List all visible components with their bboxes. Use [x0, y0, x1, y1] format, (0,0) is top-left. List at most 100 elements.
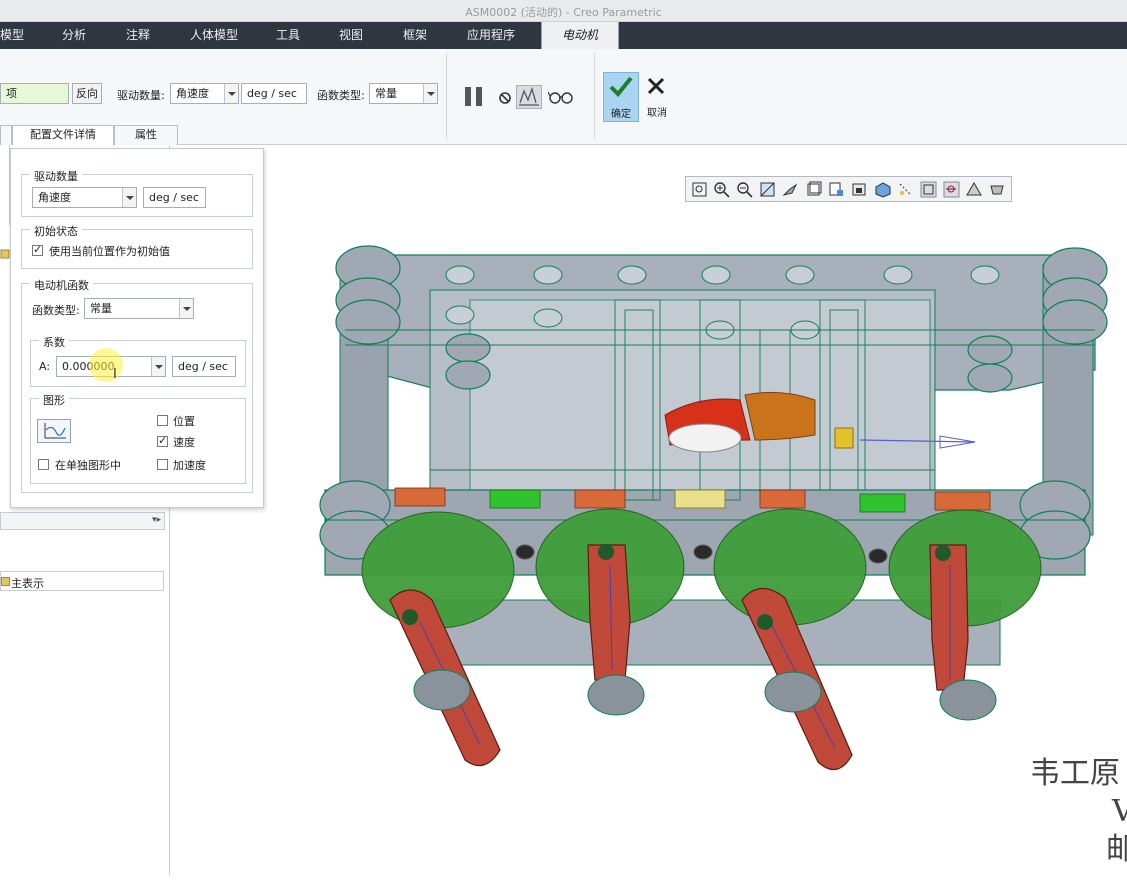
- window-title: ASM0002 (活动的) - Creo Parametric: [465, 6, 662, 19]
- use-current-position-checkbox[interactable]: [32, 243, 43, 256]
- ok-label: 确定: [611, 109, 631, 120]
- mapkey-icon[interactable]: [989, 181, 1006, 198]
- representation-icon: [1, 577, 10, 586]
- tab-analysis[interactable]: 分析: [62, 22, 86, 49]
- drive-qty-group-title: 驱动数量: [30, 168, 82, 184]
- ribbon-separator: [446, 53, 447, 139]
- init-state-group: 初始状态 使用当前位置作为初始值: [21, 223, 253, 269]
- zoom-in-icon[interactable]: [713, 181, 730, 198]
- tab-motor[interactable]: 电动机: [541, 22, 619, 49]
- popup-drive-qty-value: 角速度: [38, 191, 71, 204]
- drive-qty-select[interactable]: 角速度: [170, 83, 239, 104]
- cancel-label: 取消: [647, 108, 667, 119]
- motor-run-icon: [519, 86, 539, 106]
- chevron-down-icon: [151, 357, 165, 376]
- use-current-position-label: 使用当前位置作为初始值: [49, 245, 170, 258]
- velocity-label: 速度: [173, 436, 195, 449]
- separate-graph-checkbox[interactable]: [38, 459, 49, 470]
- acceleration-checkbox[interactable]: [157, 459, 168, 470]
- main-rep-label: 主表示: [11, 577, 44, 590]
- graphics-toolbar: [685, 176, 1012, 202]
- func-type-value: 常量: [375, 87, 397, 100]
- ribbon: 项 反向 驱动数量: 角速度 deg / sec 函数类型: 常量 确定 取消 …: [0, 49, 1127, 145]
- drive-qty-label: 驱动数量:: [117, 89, 165, 102]
- popup-func-type-select[interactable]: 常量: [84, 298, 194, 319]
- chevron-down-icon: [423, 84, 437, 103]
- display-style-icon[interactable]: [874, 181, 891, 198]
- appearance-icon[interactable]: [966, 181, 983, 198]
- view-manager-icon[interactable]: [828, 181, 845, 198]
- check-icon: [609, 76, 633, 97]
- annotation-display-icon[interactable]: [920, 181, 937, 198]
- assembly-model[interactable]: [170, 145, 1127, 875]
- spin-center-icon[interactable]: [943, 181, 960, 198]
- graph-button[interactable]: [37, 419, 71, 443]
- drive-unit-field: deg / sec: [241, 83, 307, 104]
- motor-function-title: 电动机函数: [30, 277, 93, 293]
- tree-scrollbar[interactable]: ▸: [0, 512, 165, 530]
- func-type-select[interactable]: 常量: [369, 83, 438, 104]
- chevron-down-icon: [122, 188, 136, 207]
- popup-drive-unit: deg / sec: [143, 187, 206, 208]
- tab-tools[interactable]: 工具: [276, 22, 300, 49]
- chevron-down-icon: [179, 299, 193, 318]
- preview-glasses-icon[interactable]: [548, 90, 574, 104]
- reorient-icon[interactable]: [782, 181, 799, 198]
- popup-func-type-label: 函数类型:: [32, 304, 80, 317]
- tab-model[interactable]: 模型: [0, 22, 24, 49]
- velocity-checkbox[interactable]: [157, 434, 168, 447]
- ok-button[interactable]: 确定: [603, 72, 639, 122]
- position-checkbox[interactable]: [157, 415, 168, 426]
- stop-icon[interactable]: [498, 91, 512, 105]
- tab-profile-details[interactable]: 配置文件详情: [12, 125, 114, 145]
- watermark-line-1: 韦工原: [1030, 756, 1120, 791]
- init-state-title: 初始状态: [30, 223, 82, 239]
- tab-framework[interactable]: 框架: [403, 22, 427, 49]
- tab-view[interactable]: 视图: [339, 22, 363, 49]
- pause-icon[interactable]: [463, 86, 485, 108]
- tab-properties[interactable]: 属性: [114, 125, 178, 145]
- watermark-line-2: V: [1112, 794, 1127, 829]
- text-cursor-icon: I: [113, 367, 117, 382]
- acceleration-label: 加速度: [173, 459, 206, 472]
- main-rep-row[interactable]: 主表示: [0, 571, 164, 591]
- tab-annotate[interactable]: 注释: [126, 22, 150, 49]
- watermark-line-3: 邮: [1106, 832, 1127, 867]
- chevron-down-icon[interactable]: ▾: [152, 515, 164, 529]
- func-type-label: 函数类型:: [317, 89, 365, 102]
- title-bar: ASM0002 (活动的) - Creo Parametric: [0, 0, 1127, 22]
- tab-placement-partial[interactable]: [0, 125, 12, 145]
- selection-field[interactable]: 项: [0, 83, 69, 104]
- position-label: 位置: [173, 415, 195, 428]
- refit-icon[interactable]: [691, 181, 708, 198]
- chevron-down-icon: [224, 84, 238, 103]
- graph-title: 图形: [39, 392, 69, 408]
- tab-applications[interactable]: 应用程序: [467, 22, 515, 49]
- zoom-out-icon[interactable]: [736, 181, 753, 198]
- graphics-window[interactable]: [170, 145, 1127, 875]
- coefficient-group: 系数 A: 0.000000 I deg / sec: [30, 334, 246, 387]
- separate-graph-label: 在单独图形中: [55, 459, 121, 472]
- repaint-icon[interactable]: [759, 181, 776, 198]
- tree-item-icon: [0, 249, 10, 259]
- motor-function-group: 电动机函数 函数类型: 常量 系数 A: 0.000000 I deg / se…: [21, 277, 253, 493]
- drive-qty-group: 驱动数量 角速度 deg / sec: [21, 168, 253, 217]
- perspective-icon[interactable]: [851, 181, 868, 198]
- ribbon-separator: [594, 53, 595, 139]
- watermark: 韦工原 V 邮: [1030, 755, 1127, 869]
- coefficient-title: 系数: [39, 334, 69, 350]
- cancel-button[interactable]: 取消: [641, 72, 673, 122]
- run-analysis-button[interactable]: [516, 85, 542, 109]
- drive-qty-value: 角速度: [176, 87, 209, 100]
- graph-icon: [44, 423, 66, 439]
- saved-views-icon[interactable]: [805, 181, 822, 198]
- datum-display-icon[interactable]: [897, 181, 914, 198]
- coeff-unit: deg / sec: [172, 356, 236, 377]
- reverse-button[interactable]: 反向: [72, 83, 102, 104]
- menu-tab-bar: 模型 分析 注释 人体模型 工具 视图 框架 应用程序 电动机: [0, 22, 1127, 49]
- cursor-highlight: [89, 348, 123, 382]
- tab-manikin[interactable]: 人体模型: [190, 22, 238, 49]
- close-icon: [647, 77, 665, 95]
- popup-drive-qty-select[interactable]: 角速度: [32, 187, 137, 208]
- coeff-a-label: A:: [39, 360, 51, 373]
